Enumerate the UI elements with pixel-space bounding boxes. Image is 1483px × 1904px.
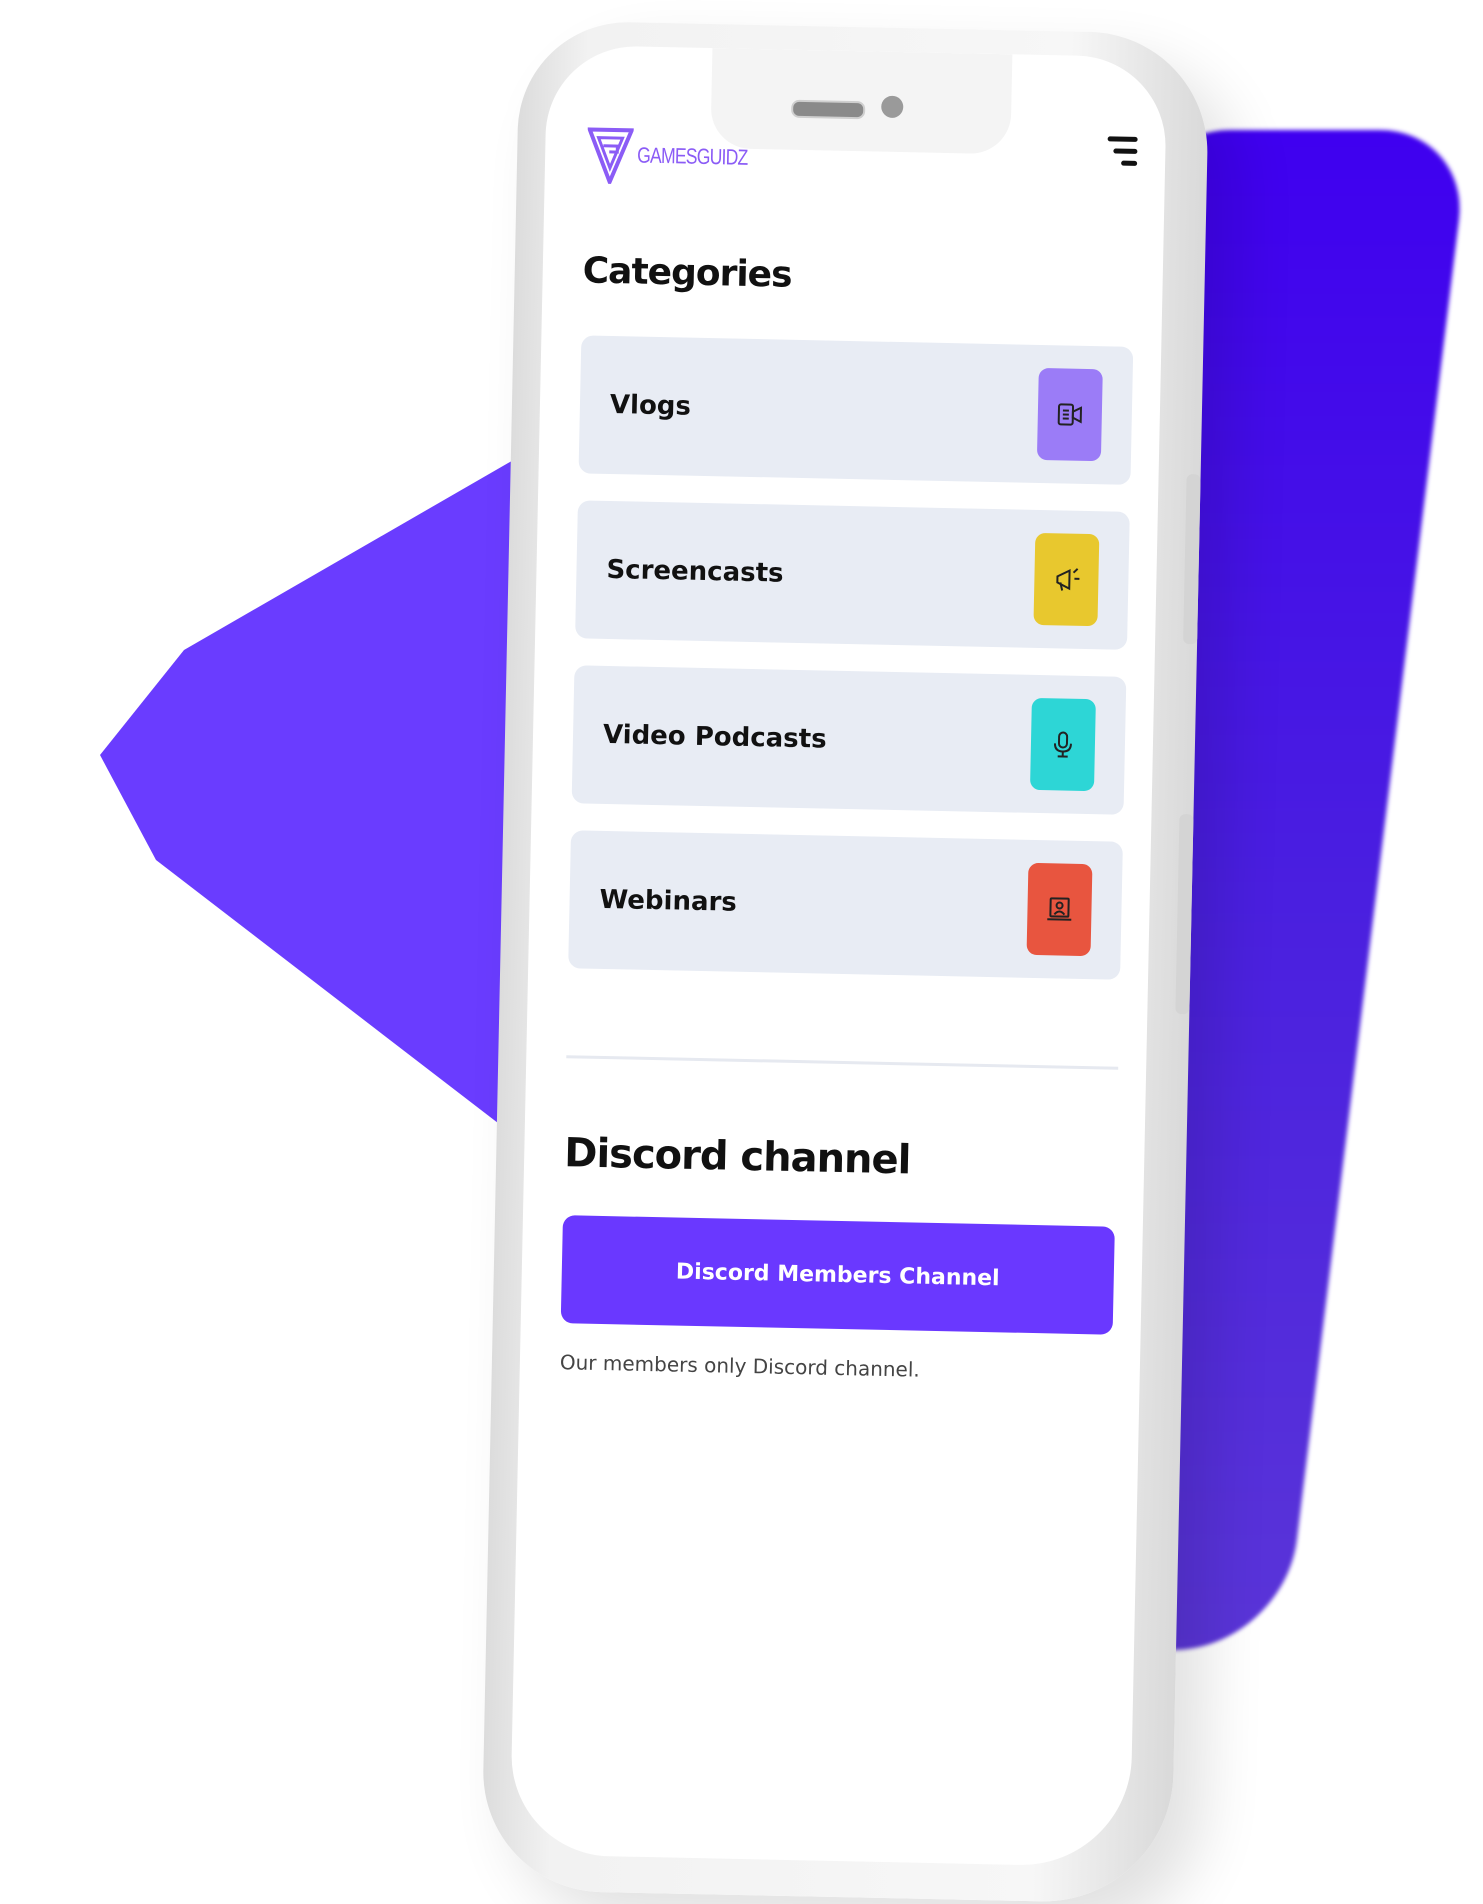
app-logo[interactable]: GAMESGUIDZ xyxy=(587,125,776,187)
category-label: Video Podcasts xyxy=(603,720,827,755)
category-card-screencasts[interactable]: Screencasts xyxy=(575,500,1130,650)
category-label: Screencasts xyxy=(606,555,784,589)
section-divider xyxy=(566,1055,1118,1070)
megaphone-icon xyxy=(1033,533,1099,626)
menu-icon[interactable] xyxy=(1105,136,1138,177)
category-card-vlogs[interactable]: Vlogs xyxy=(579,335,1134,485)
categories-title: Categories xyxy=(582,250,792,295)
discord-members-channel-button[interactable]: Discord Members Channel xyxy=(561,1215,1115,1335)
speaker-icon xyxy=(791,100,865,120)
category-label: Vlogs xyxy=(610,390,692,422)
logo-icon xyxy=(587,125,634,184)
category-card-video-podcasts[interactable]: Video Podcasts xyxy=(572,665,1127,815)
discord-description: Our members only Discord channel. xyxy=(560,1350,920,1382)
category-card-webinars[interactable]: Webinars xyxy=(568,830,1123,980)
logo-text: GAMESGUIDZ xyxy=(637,142,748,170)
presentation-icon xyxy=(1027,863,1093,956)
microphone-icon xyxy=(1030,698,1096,791)
category-label: Webinars xyxy=(599,885,737,918)
phone-screen: GAMESGUIDZ Categories Vlogs Screencasts xyxy=(510,45,1168,1868)
video-icon xyxy=(1037,368,1103,461)
phone-mockup: GAMESGUIDZ Categories Vlogs Screencasts xyxy=(481,20,1210,1904)
discord-title: Discord channel xyxy=(564,1130,911,1183)
